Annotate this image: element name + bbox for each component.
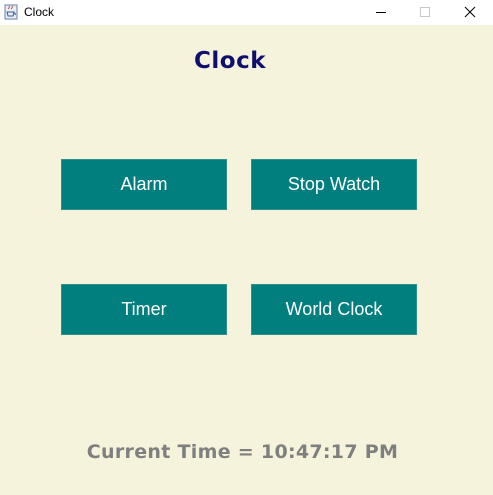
close-icon <box>464 3 476 22</box>
title-bar[interactable]: Clock <box>0 0 493 25</box>
maximize-button[interactable] <box>402 0 448 25</box>
minimize-button[interactable] <box>358 0 404 25</box>
close-button[interactable] <box>447 0 493 25</box>
alarm-button[interactable]: Alarm <box>61 159 227 210</box>
page-title: Clock <box>194 48 266 74</box>
world-clock-button[interactable]: World Clock <box>251 284 417 335</box>
java-cup-icon <box>4 4 18 20</box>
window-title: Clock <box>24 5 55 19</box>
clock-window: Clock Clock Alarm Stop Watch Timer World… <box>0 0 493 495</box>
stop-watch-button[interactable]: Stop Watch <box>251 159 417 210</box>
minimize-icon <box>375 3 387 22</box>
timer-button[interactable]: Timer <box>61 284 227 335</box>
maximize-icon <box>419 3 431 22</box>
current-time-label: Current Time = 10:47:17 PM <box>86 441 399 463</box>
